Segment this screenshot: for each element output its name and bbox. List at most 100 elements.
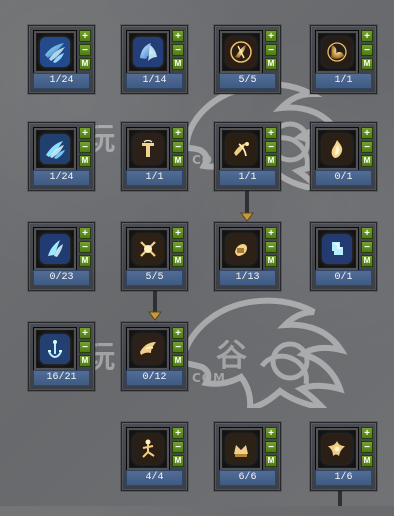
skill-plus-button[interactable]: + [361,227,373,239]
skill-mastery-button[interactable]: M [361,455,373,467]
skill-card-r2c2[interactable]: + − M 1/1 [121,122,188,191]
skill-buttons: + − M [361,30,373,72]
skill-card-r1c2[interactable]: + − M 1/14 [121,25,188,94]
skill-minus-button[interactable]: − [79,141,91,153]
blue-anchor-icon [40,334,70,364]
skill-minus-button[interactable]: − [361,241,373,253]
skill-plus-button[interactable]: + [265,227,277,239]
skill-plus-button[interactable]: + [361,127,373,139]
skill-mastery-button[interactable]: M [172,455,184,467]
skill-minus-button[interactable]: − [265,141,277,153]
skill-minus-button[interactable]: − [79,341,91,353]
gold-rune-icon [226,37,256,67]
skill-buttons: + − M [265,30,277,72]
blue-fan-icon [40,134,70,164]
skill-card-r3c2[interactable]: + − M 5/5 [121,222,188,291]
skill-mastery-button[interactable]: M [79,355,91,367]
skill-minus-button[interactable]: − [361,141,373,153]
skill-level-counter: 16/21 [33,370,90,386]
skill-card-r1c1[interactable]: + − M 1/24 [28,25,95,94]
skill-buttons: + − M [172,30,184,72]
skill-card-r1c4[interactable]: + − M 1/1 [310,25,377,94]
skill-card-r5c4[interactable]: + − M 1/6 [310,422,377,491]
skill-plus-button[interactable]: + [172,30,184,42]
skill-minus-button[interactable]: − [79,241,91,253]
skill-plus-button[interactable]: + [265,30,277,42]
skill-mastery-button[interactable]: M [172,255,184,267]
gold-flame-icon [322,134,352,164]
skill-plus-button[interactable]: + [172,427,184,439]
skill-card-r3c4[interactable]: + − M 0/1 [310,222,377,291]
skill-minus-button[interactable]: − [361,441,373,453]
skill-plus-button[interactable]: + [361,427,373,439]
gold-dancer-icon [133,434,163,464]
skill-plus-button[interactable]: + [265,427,277,439]
skill-mastery-button[interactable]: M [361,58,373,70]
gold-bird-icon [133,334,163,364]
skill-icon-frame [219,227,263,271]
skill-plus-button[interactable]: + [79,30,91,42]
skill-level-counter: 1/1 [219,170,276,186]
skill-plus-button[interactable]: + [361,30,373,42]
skill-plus-button[interactable]: + [79,127,91,139]
skill-icon-frame [126,427,170,471]
skill-mastery-button[interactable]: M [265,155,277,167]
skill-minus-button[interactable]: − [172,44,184,56]
skill-plus-button[interactable]: + [172,227,184,239]
skill-card-r5c3[interactable]: + − M 6/6 [214,422,281,491]
gold-crown-icon [226,434,256,464]
skill-buttons: + − M [265,427,277,469]
skill-card-r4c1[interactable]: + − M 16/21 [28,322,95,391]
skill-icon-frame [33,30,77,74]
skill-plus-button[interactable]: + [79,327,91,339]
skill-buttons: + − M [265,227,277,269]
skill-card-r2c1[interactable]: + − M 1/24 [28,122,95,191]
blue-slash-icon [40,234,70,264]
skill-level-counter: 0/12 [126,370,183,386]
skill-buttons: + − M [265,127,277,169]
skill-minus-button[interactable]: − [265,441,277,453]
skill-level-counter: 1/24 [33,170,90,186]
skill-minus-button[interactable]: − [79,44,91,56]
skill-icon-frame [219,30,263,74]
watermark-top: 多玩 谷 DU COM [54,70,354,200]
skill-mastery-button[interactable]: M [79,155,91,167]
skill-mastery-button[interactable]: M [172,355,184,367]
skill-mastery-button[interactable]: M [265,58,277,70]
connector-r3c2-to-r4c2 [148,289,162,321]
skill-minus-button[interactable]: − [265,44,277,56]
skill-card-r3c3[interactable]: + − M 1/13 [214,222,281,291]
skill-mastery-button[interactable]: M [79,255,91,267]
skill-card-r5c2[interactable]: + − M 4/4 [121,422,188,491]
skill-card-r4c2[interactable]: + − M 0/12 [121,322,188,391]
skill-level-counter: 1/1 [126,170,183,186]
skill-mastery-button[interactable]: M [361,155,373,167]
skill-level-counter: 0/1 [315,170,372,186]
skill-plus-button[interactable]: + [79,227,91,239]
skill-level-counter: 5/5 [219,73,276,89]
skill-mastery-button[interactable]: M [79,58,91,70]
skill-icon-frame [126,327,170,371]
skill-minus-button[interactable]: − [172,141,184,153]
skill-minus-button[interactable]: − [172,341,184,353]
skill-minus-button[interactable]: − [265,241,277,253]
skill-mastery-button[interactable]: M [172,155,184,167]
skill-card-r2c4[interactable]: + − M 0/1 [310,122,377,191]
skill-mastery-button[interactable]: M [172,58,184,70]
skill-minus-button[interactable]: − [172,441,184,453]
skill-icon-frame [219,127,263,171]
skill-mastery-button[interactable]: M [265,255,277,267]
skill-icon-frame [126,127,170,171]
skill-plus-button[interactable]: + [172,127,184,139]
skill-plus-button[interactable]: + [265,127,277,139]
skill-mastery-button[interactable]: M [361,255,373,267]
skill-minus-button[interactable]: − [361,44,373,56]
skill-icon-frame [33,327,77,371]
skill-plus-button[interactable]: + [172,327,184,339]
skill-buttons: + − M [79,327,91,369]
skill-card-r1c3[interactable]: + − M 5/5 [214,25,281,94]
skill-minus-button[interactable]: − [172,241,184,253]
skill-card-r3c1[interactable]: + − M 0/23 [28,222,95,291]
skill-card-r2c3[interactable]: + − M 1/1 [214,122,281,191]
skill-mastery-button[interactable]: M [265,455,277,467]
